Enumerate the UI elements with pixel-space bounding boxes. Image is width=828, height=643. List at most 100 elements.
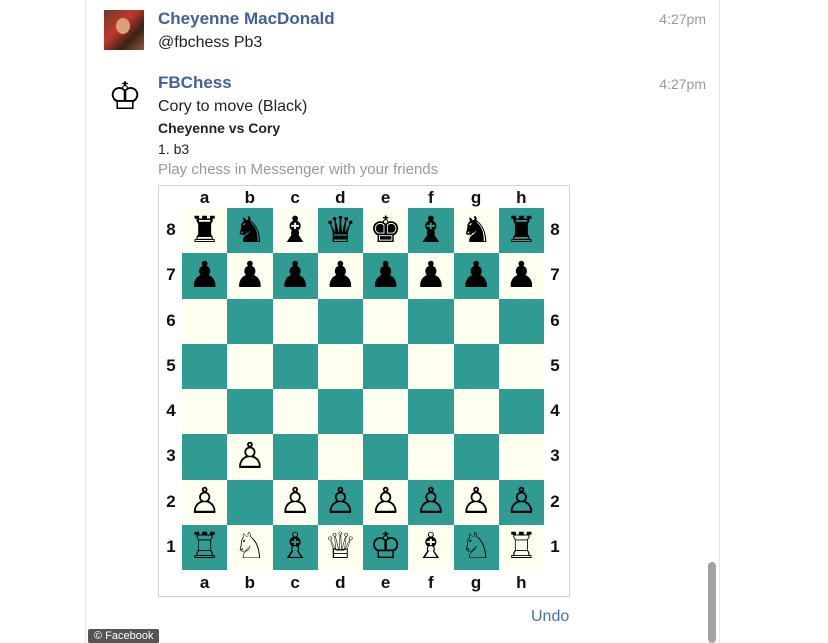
square-d3[interactable]	[317, 434, 363, 480]
square-f6[interactable]	[408, 298, 454, 344]
chess-piece[interactable]: ♙	[369, 484, 401, 520]
chessboard[interactable]: ♜ ♞ ♝ ♛ ♚ ♝ ♞ ♜ ♟ ♟ ♟ ♟ ♟ ♟ ♟ ♟ ♙ ♙ ♙ ♙ ♙ ♙ ♙ ♙ ♖ ♘ ♗ ♕ ♔ ♗ ♘ ♖	[182, 208, 544, 570]
square-a5[interactable]	[182, 343, 228, 389]
chess-piece[interactable]: ♖	[188, 529, 220, 565]
square-a8[interactable]: ♜	[182, 208, 228, 254]
user-avatar[interactable]	[104, 10, 144, 50]
square-f1[interactable]: ♗	[408, 524, 454, 570]
square-a2[interactable]: ♙	[182, 479, 228, 525]
sender-name[interactable]: FBChess	[158, 73, 232, 93]
undo-link[interactable]: Undo	[531, 608, 569, 626]
square-c2[interactable]: ♙	[272, 479, 318, 525]
chess-piece[interactable]: ♖	[505, 529, 537, 565]
chess-piece[interactable]: ♞	[460, 212, 492, 249]
square-g3[interactable]	[453, 434, 499, 480]
square-h1[interactable]: ♖	[498, 524, 544, 570]
square-a4[interactable]	[182, 389, 228, 435]
square-d2[interactable]: ♙	[317, 479, 363, 525]
square-c7[interactable]: ♟	[272, 253, 318, 299]
square-b7[interactable]: ♟	[227, 253, 273, 299]
scrollbar-track[interactable]	[706, 0, 718, 643]
chess-king-icon[interactable]: ♔	[105, 76, 145, 116]
square-d5[interactable]	[317, 343, 363, 389]
square-h4[interactable]	[498, 389, 544, 435]
square-e5[interactable]	[363, 343, 409, 389]
square-d4[interactable]	[317, 389, 363, 435]
chess-piece[interactable]: ♙	[324, 484, 356, 520]
square-g7[interactable]: ♟	[453, 253, 499, 299]
square-d1[interactable]: ♕	[317, 524, 363, 570]
chess-piece[interactable]: ♟	[279, 257, 311, 294]
sender-name[interactable]: Cheyenne MacDonald	[158, 9, 335, 29]
square-h2[interactable]: ♙	[498, 479, 544, 525]
square-e7[interactable]: ♟	[363, 253, 409, 299]
square-f2[interactable]: ♙	[408, 479, 454, 525]
chess-piece[interactable]: ♟	[234, 257, 266, 294]
square-e6[interactable]	[363, 298, 409, 344]
square-b5[interactable]	[227, 343, 273, 389]
square-b1[interactable]: ♘	[227, 524, 273, 570]
square-h5[interactable]	[498, 343, 544, 389]
square-c5[interactable]	[272, 343, 318, 389]
chess-piece[interactable]: ♙	[460, 484, 492, 520]
scrollbar-thumb[interactable]	[708, 562, 716, 643]
chess-piece[interactable]: ♕	[324, 529, 356, 565]
square-c3[interactable]	[272, 434, 318, 480]
square-e4[interactable]	[363, 389, 409, 435]
square-e8[interactable]: ♚	[363, 208, 409, 254]
square-a7[interactable]: ♟	[182, 253, 228, 299]
square-g2[interactable]: ♙	[453, 479, 499, 525]
square-d7[interactable]: ♟	[317, 253, 363, 299]
square-a1[interactable]: ♖	[182, 524, 228, 570]
chess-piece[interactable]: ♙	[188, 484, 220, 520]
chess-piece[interactable]: ♗	[415, 529, 447, 565]
square-b2[interactable]	[227, 479, 273, 525]
square-e2[interactable]: ♙	[363, 479, 409, 525]
chess-piece[interactable]: ♙	[415, 484, 447, 520]
chess-piece[interactable]: ♜	[188, 212, 220, 249]
square-b8[interactable]: ♞	[227, 208, 273, 254]
chess-piece[interactable]: ♟	[369, 257, 401, 294]
chess-piece[interactable]: ♞	[234, 212, 266, 249]
square-g8[interactable]: ♞	[453, 208, 499, 254]
square-c8[interactable]: ♝	[272, 208, 318, 254]
chess-piece[interactable]: ♟	[188, 257, 220, 294]
square-h8[interactable]: ♜	[498, 208, 544, 254]
square-c1[interactable]: ♗	[272, 524, 318, 570]
chess-piece[interactable]: ♝	[415, 212, 447, 249]
chess-piece[interactable]: ♙	[234, 438, 266, 475]
square-g5[interactable]	[453, 343, 499, 389]
chess-piece[interactable]: ♜	[505, 212, 537, 249]
square-g6[interactable]	[453, 298, 499, 344]
square-f8[interactable]: ♝	[408, 208, 454, 254]
chess-piece[interactable]: ♘	[234, 529, 266, 565]
chess-piece[interactable]: ♙	[505, 484, 537, 520]
square-b3[interactable]: ♙	[227, 434, 273, 480]
square-d6[interactable]	[317, 298, 363, 344]
square-a6[interactable]	[182, 298, 228, 344]
square-g4[interactable]	[453, 389, 499, 435]
chess-piece[interactable]: ♟	[460, 257, 492, 294]
square-h3[interactable]	[498, 434, 544, 480]
chess-piece[interactable]: ♚	[369, 212, 401, 249]
square-f5[interactable]	[408, 343, 454, 389]
square-h6[interactable]	[498, 298, 544, 344]
chess-piece[interactable]: ♟	[505, 257, 537, 294]
chess-piece[interactable]: ♝	[279, 212, 311, 249]
square-c6[interactable]	[272, 298, 318, 344]
square-f4[interactable]	[408, 389, 454, 435]
square-c4[interactable]	[272, 389, 318, 435]
square-f7[interactable]: ♟	[408, 253, 454, 299]
chess-piece[interactable]: ♗	[279, 529, 311, 565]
square-e1[interactable]: ♔	[363, 524, 409, 570]
chess-piece[interactable]: ♟	[415, 257, 447, 294]
square-f3[interactable]	[408, 434, 454, 480]
chess-piece[interactable]: ♘	[460, 529, 492, 565]
square-g1[interactable]: ♘	[453, 524, 499, 570]
square-b4[interactable]	[227, 389, 273, 435]
chess-piece[interactable]: ♙	[279, 484, 311, 520]
square-b6[interactable]	[227, 298, 273, 344]
chess-piece[interactable]: ♟	[324, 257, 356, 294]
chess-piece[interactable]: ♔	[369, 529, 401, 565]
square-h7[interactable]: ♟	[498, 253, 544, 299]
